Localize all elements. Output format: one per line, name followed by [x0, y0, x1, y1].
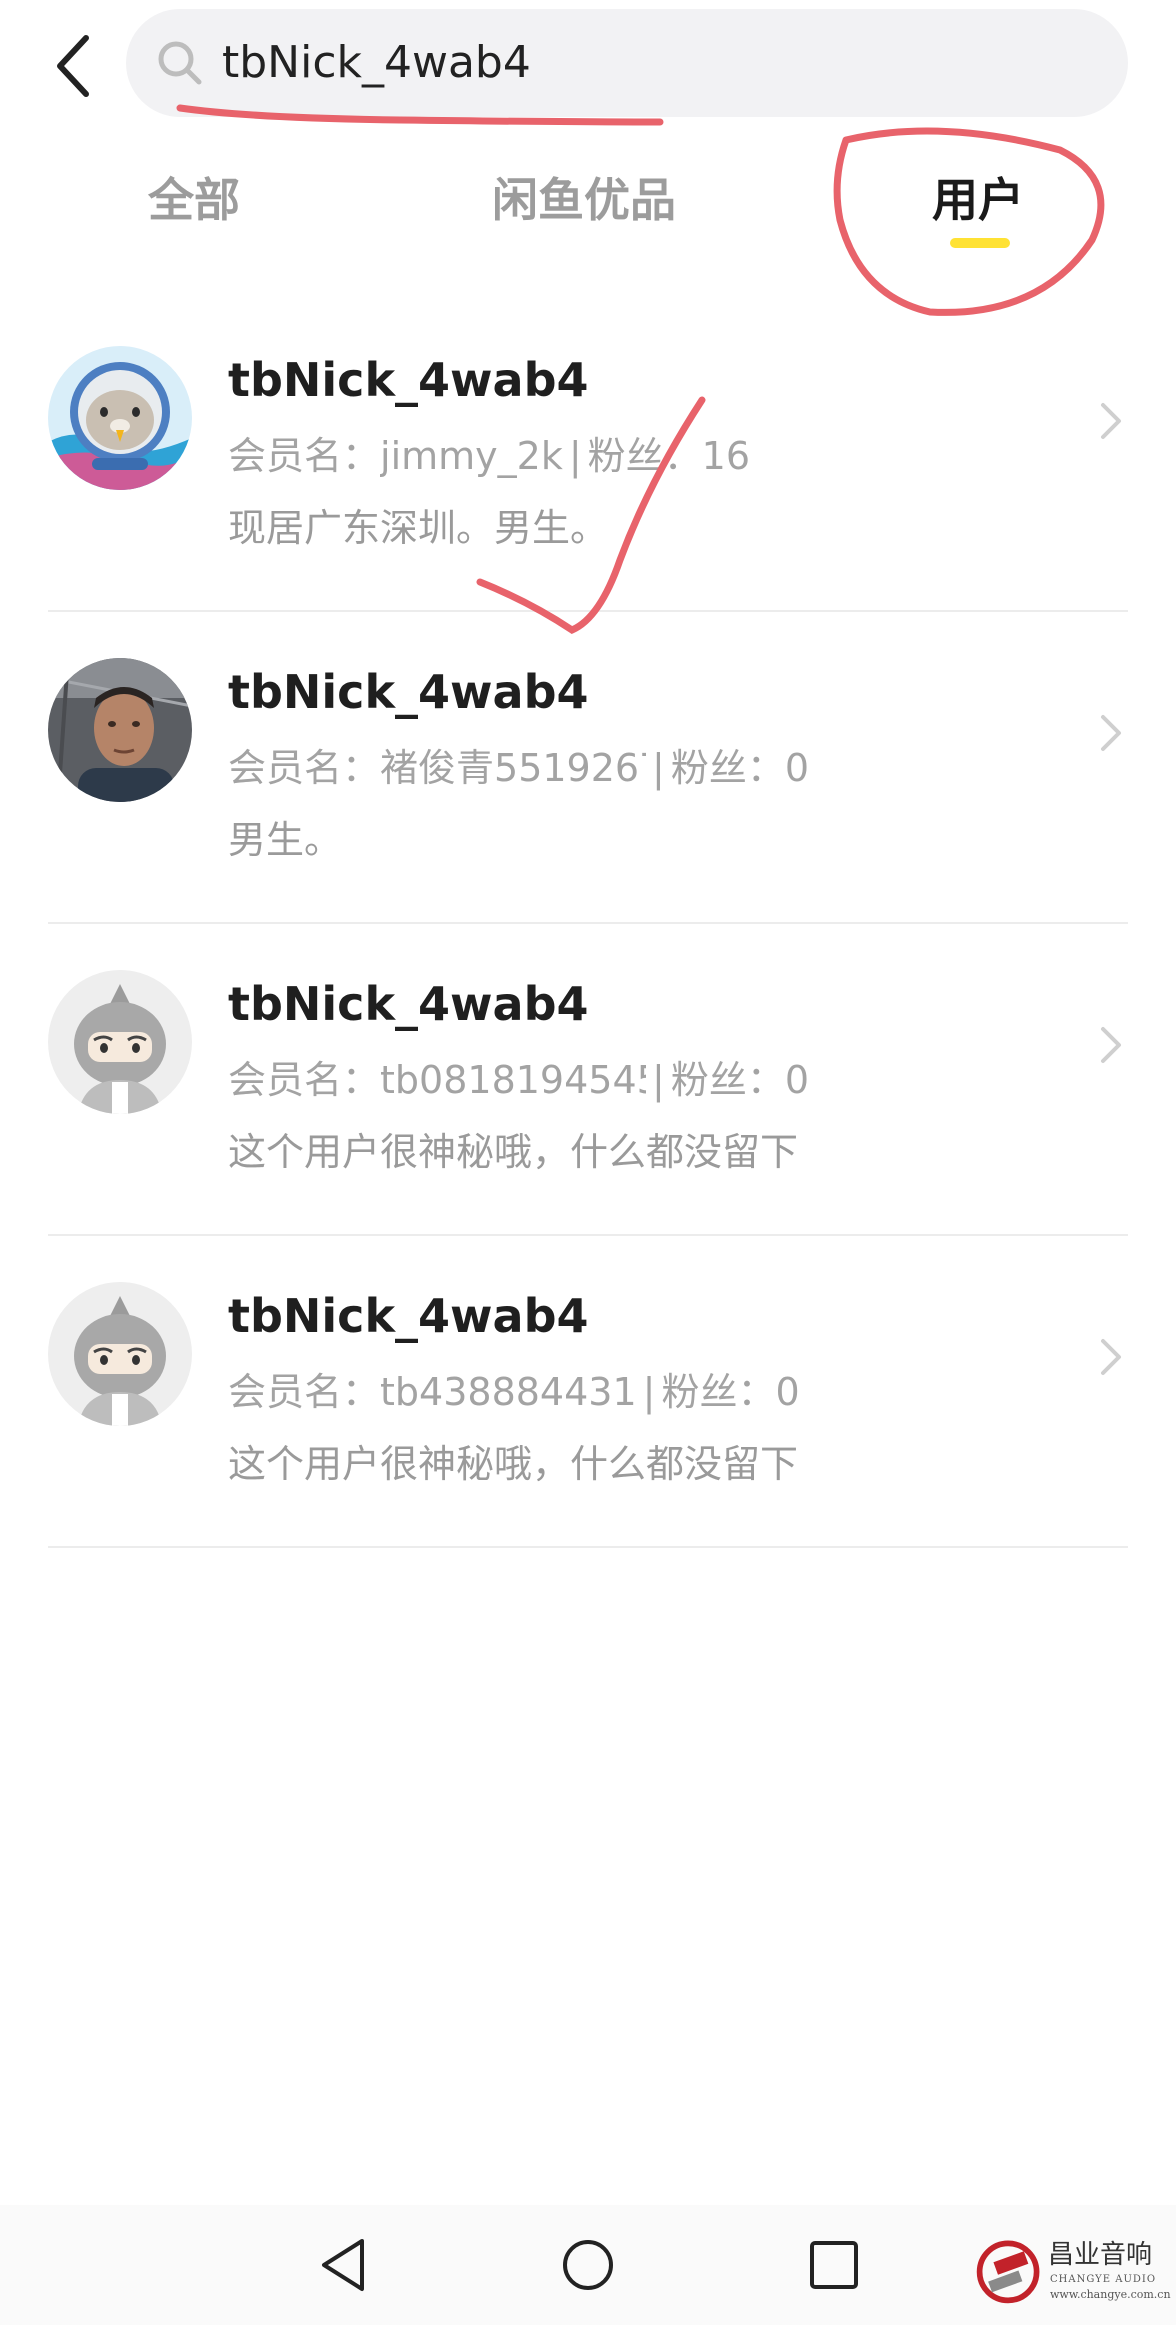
user-bio: 现居广东深圳。男生。 [228, 506, 609, 550]
changye-logo-icon [976, 2240, 1040, 2304]
search-input[interactable]: tbNick_4wab4 [126, 9, 1128, 117]
nav-home-icon[interactable] [560, 2235, 616, 2295]
tab-users[interactable]: 用户 [932, 170, 1024, 230]
photo-avatar [48, 658, 192, 802]
user-nickname: tbNick_4wab4 [228, 1289, 589, 1343]
default-shark-avatar [48, 1282, 192, 1426]
member-label: 会员名： [228, 1370, 381, 1414]
watermark-subtitle: CHANGYE AUDIO [1050, 2274, 1157, 2285]
member-label: 会员名： [228, 1058, 381, 1102]
member-label: 会员名： [228, 434, 381, 478]
tab-xianyu-picks[interactable]: 闲鱼优品 [492, 170, 676, 230]
chevron-right-icon [1101, 715, 1121, 751]
watermark-url: www.changye.com.cn [1050, 2288, 1171, 2301]
member-id: 褚俊青5519267 [380, 746, 647, 790]
user-result-row[interactable]: tbNick_4wab4 会员名：tb438884431 | 粉丝：0 这个用户很神… [0, 1236, 1176, 1548]
search-query-text: tbNick_4wab4 [222, 37, 531, 88]
user-nickname: tbNick_4wab4 [228, 665, 589, 719]
user-meta: 会员名：tb08181945456|粉丝：0 [228, 1054, 809, 1106]
user-nickname: tbNick_4wab4 [228, 353, 589, 407]
user-bio: 这个用户很神秘哦，什么都没留下 [228, 1130, 799, 1174]
meta-separator: | [652, 746, 665, 790]
seal-astronaut-avatar [48, 346, 192, 490]
watermark-brand: 昌业音响 [1048, 2240, 1153, 2270]
meta-separator: | [642, 1370, 656, 1414]
fans-label: 粉丝： [587, 434, 702, 478]
meta-separator: | [568, 434, 582, 478]
nav-back-icon[interactable] [316, 2235, 372, 2295]
fans-count: 0 [784, 1058, 810, 1102]
user-nickname: tbNick_4wab4 [228, 977, 589, 1031]
nav-recent-apps-icon[interactable] [806, 2235, 862, 2295]
tab-all[interactable]: 全部 [148, 170, 240, 230]
fans-label: 粉丝： [670, 746, 785, 790]
member-label: 会员名： [228, 746, 381, 790]
divider [48, 1546, 1128, 1548]
user-meta: 会员名：褚俊青5519267| 粉丝：0 [228, 742, 809, 794]
meta-separator: | [652, 1058, 665, 1102]
chevron-right-icon [1101, 1339, 1121, 1375]
member-id: jimmy_2k [380, 434, 563, 478]
chevron-right-icon [1101, 1027, 1121, 1063]
chevron-right-icon [1101, 403, 1121, 439]
user-result-row[interactable]: tbNick_4wab4 会员名：褚俊青5519267| 粉丝：0 男生。 [0, 612, 1176, 924]
fans-count: 0 [784, 746, 810, 790]
search-icon [158, 41, 202, 85]
user-bio: 男生。 [228, 818, 343, 862]
watermark-logo: 昌业音响 CHANGYE AUDIO www.changye.com.cn [972, 2230, 1172, 2316]
back-arrow-icon[interactable] [48, 30, 104, 102]
active-tab-indicator [950, 238, 1010, 248]
user-result-list: tbNick_4wab4 会员名：jimmy_2k | 粉丝：16 现居广东深圳。男… [0, 300, 1176, 1548]
user-result-row[interactable]: tbNick_4wab4 会员名：tb08181945456|粉丝：0 这个用户… [0, 924, 1176, 1236]
user-meta: 会员名：jimmy_2k | 粉丝：16 [228, 430, 750, 482]
fans-count: 0 [775, 1370, 800, 1414]
fans-label: 粉丝： [670, 1058, 785, 1102]
user-bio: 这个用户很神秘哦，什么都没留下 [228, 1442, 799, 1486]
user-meta: 会员名：tb438884431 | 粉丝：0 [228, 1366, 800, 1418]
fans-label: 粉丝： [661, 1370, 776, 1414]
user-result-row[interactable]: tbNick_4wab4 会员名：jimmy_2k | 粉丝：16 现居广东深圳。男… [0, 300, 1176, 612]
member-id: tb08181945456 [380, 1058, 646, 1102]
fans-count: 16 [701, 434, 751, 478]
member-id: tb438884431 [380, 1370, 637, 1414]
default-shark-avatar [48, 970, 192, 1114]
